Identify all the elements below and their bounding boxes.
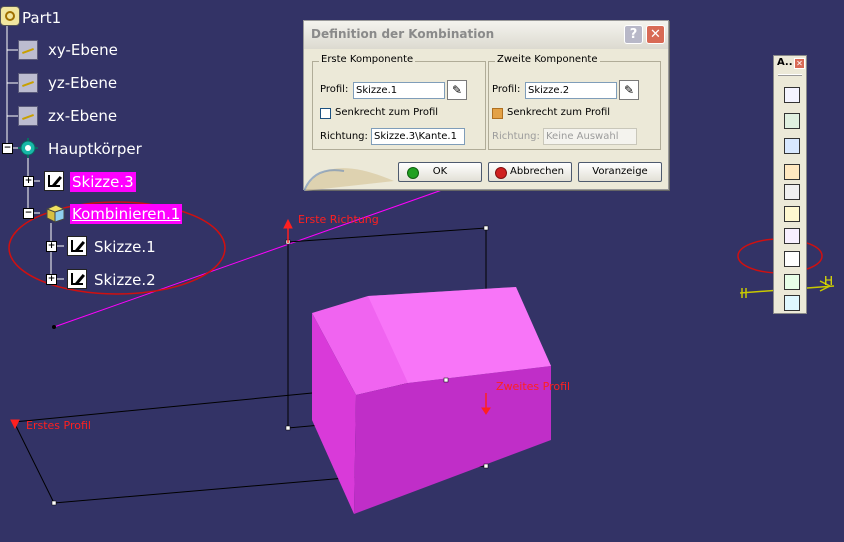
plane-icon: [18, 73, 38, 93]
tree-item-zx-plane[interactable]: zx-Ebene: [48, 106, 117, 126]
combined-solid[interactable]: [312, 287, 551, 514]
second-perpendicular-checkbox[interactable]: [492, 108, 503, 119]
vertex-marker: [483, 225, 489, 231]
edit-sketch-icon[interactable]: ✎: [619, 80, 639, 100]
help-icon[interactable]: ?: [624, 25, 643, 44]
group-first-component: Erste Komponente Profil: Skizze.1 ✎ Senk…: [312, 54, 486, 150]
first-profile-arrow: [10, 419, 20, 430]
second-perpendicular-label: Senkrecht zum Profil: [507, 107, 611, 118]
toolbar-title[interactable]: A..: [777, 57, 793, 68]
close-icon[interactable]: ✕: [646, 25, 665, 44]
first-direction-label: Richtung:: [320, 131, 368, 142]
gear-icon: [18, 138, 38, 158]
label-second-profile: Zweites Profil: [496, 380, 571, 393]
dialog-title: Definition der Kombination: [311, 27, 495, 41]
sketch-icon: [44, 171, 64, 191]
pocket-icon[interactable]: [784, 113, 800, 129]
combine-definition-dialog: Definition der Kombination ? ✕ Erste Kom…: [303, 20, 669, 191]
sketch-icon: [67, 269, 87, 289]
second-direction-label: Richtung:: [492, 131, 540, 142]
expander-plus[interactable]: +: [46, 274, 57, 285]
edit-sketch-icon[interactable]: ✎: [447, 80, 467, 100]
tree-item-sketch3[interactable]: Skizze.3: [70, 172, 136, 192]
shaft-icon[interactable]: [784, 138, 800, 154]
second-direction-field: Keine Auswahl: [543, 128, 637, 145]
plane-icon: [18, 106, 38, 126]
cancel-button[interactable]: Abbrechen: [488, 162, 572, 182]
pad-icon[interactable]: [784, 87, 800, 103]
tree-item-yz-plane[interactable]: yz-Ebene: [48, 73, 117, 93]
label-axis-h: H: [824, 274, 834, 288]
cancel-label: Abbrechen: [510, 166, 564, 177]
group-second-component: Zweite Komponente Profil: Skizze.2 ✎ Sen…: [488, 54, 661, 150]
combine-icon: [44, 203, 65, 223]
tree-item-part1[interactable]: Part1: [22, 8, 61, 28]
expander-plus[interactable]: +: [23, 176, 34, 187]
direction-arrow: [283, 218, 293, 243]
second-profile-field[interactable]: Skizze.2: [525, 82, 617, 99]
first-direction-field[interactable]: Skizze.3\Kante.1: [371, 128, 465, 145]
preview-label: Voranzeige: [592, 166, 648, 177]
part-icon: [0, 6, 20, 26]
label-first-direction: Erste Richtung: [298, 213, 379, 226]
groove-icon[interactable]: [784, 164, 800, 180]
expander-minus[interactable]: −: [2, 143, 13, 154]
hole-icon[interactable]: [784, 184, 800, 200]
toolbar-grip: [778, 74, 802, 76]
dialog-titlebar[interactable]: Definition der Kombination ? ✕: [304, 21, 668, 49]
label-first-profile: Erstes Profil: [26, 419, 91, 432]
group-title-second: Zweite Komponente: [495, 54, 600, 65]
ok-label: OK: [432, 166, 448, 177]
vertex-marker: [483, 463, 489, 469]
tree-item-main-body[interactable]: Hauptkörper: [48, 139, 142, 159]
tree-item-combine[interactable]: Kombinieren.1: [70, 204, 183, 224]
second-profile-label: Profil:: [492, 84, 521, 95]
floating-toolbar: A.. ✕: [773, 55, 807, 314]
combine-tool-icon[interactable]: [784, 251, 800, 267]
tree-item-sketch2[interactable]: Skizze.2: [94, 270, 156, 290]
direction-line-endpoint: [52, 325, 56, 329]
toolbar-close-icon[interactable]: ✕: [794, 58, 805, 69]
ok-button[interactable]: OK: [398, 162, 482, 182]
expander-minus[interactable]: −: [23, 208, 34, 219]
preview-button[interactable]: Voranzeige: [578, 162, 662, 182]
expander-plus[interactable]: +: [46, 241, 57, 252]
loft-icon[interactable]: [784, 295, 800, 311]
first-perpendicular-label: Senkrecht zum Profil: [335, 107, 439, 118]
group-title-first: Erste Komponente: [319, 54, 416, 65]
tree-item-sketch1[interactable]: Skizze.1: [94, 237, 156, 257]
tree-item-xy-plane[interactable]: xy-Ebene: [48, 40, 118, 60]
cancel-icon: [495, 167, 507, 179]
vertex-marker: [443, 377, 449, 383]
vertex-marker: [285, 425, 291, 431]
vertex-marker: [51, 500, 57, 506]
slot-icon[interactable]: [784, 228, 800, 244]
first-profile-label: Profil:: [320, 84, 349, 95]
plane-icon: [18, 40, 38, 60]
sketch-icon: [67, 236, 87, 256]
stiffener-icon[interactable]: [784, 274, 800, 290]
ok-icon: [407, 167, 419, 179]
first-profile-field[interactable]: Skizze.1: [353, 82, 445, 99]
rib-icon[interactable]: [784, 206, 800, 222]
first-perpendicular-checkbox[interactable]: [320, 108, 331, 119]
